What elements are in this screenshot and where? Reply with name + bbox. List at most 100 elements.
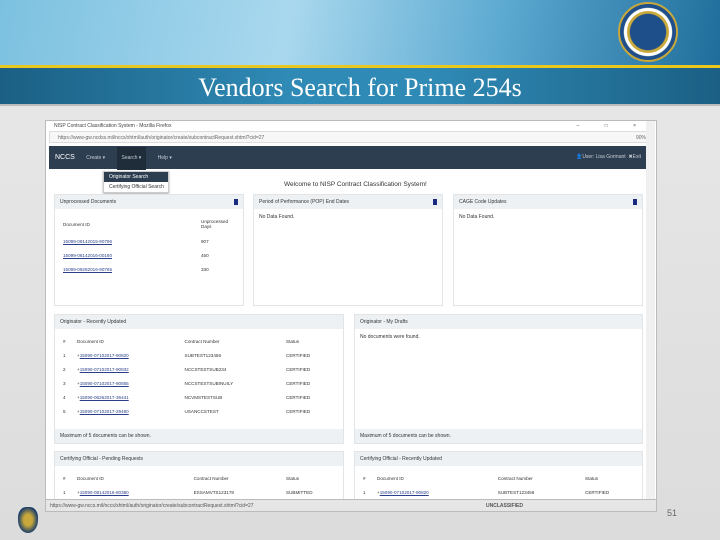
col-header: Contract Number (497, 475, 533, 481)
row-number: 5 (63, 408, 66, 414)
recently-updated-panel: Originator - Recently Updated # Document … (54, 314, 344, 444)
col-header: Contract Number (193, 475, 229, 481)
table-row: 1 +15090-07102017-90820 SUBTEST123456 CERTI… (360, 485, 637, 499)
document-link[interactable]: 15099-09142015-90796 (63, 239, 112, 244)
url-text: https://www-gw.ncdss.mil/nccs/xhtml/auth… (58, 135, 265, 141)
nav-help[interactable]: Help ▾ (158, 155, 172, 161)
status-url: https://www-gw.nccs.mil/nccs/xhtml/auth/… (50, 503, 254, 509)
panel-title: Certifying Official - Recently Updated (360, 456, 442, 462)
table-row: 15099-09142015-90796 907 (60, 234, 238, 248)
brand-logo[interactable]: NCCS (55, 154, 75, 161)
window-titlebar: NISP Contract Classification System - Mo… (46, 121, 656, 131)
nav-create[interactable]: Create ▾ (86, 155, 105, 161)
zoom-level[interactable]: 90% (636, 132, 646, 144)
table-row: 15099-09282016-90765 330 (60, 262, 238, 276)
menu-originator-search[interactable]: Originator Search (104, 172, 168, 182)
document-link[interactable]: 15090-07102017-90820 (80, 353, 129, 358)
contract-number: NCVMSTESTSUB (184, 394, 223, 400)
col-header: Status (585, 475, 599, 481)
nav-search[interactable]: Search ▾ (116, 147, 147, 170)
row-number: 4 (63, 394, 66, 400)
document-link[interactable]: 15090-07102017-90820 (380, 490, 429, 495)
status: CERTIFIED (286, 380, 311, 386)
col-header: Status (286, 338, 300, 344)
empty-message: No Data Found. (259, 214, 295, 220)
status: CERTIFIED (286, 352, 311, 358)
slide-title-bar: Vendors Search for Prime 254s (0, 68, 720, 106)
user-link[interactable]: User: Lisa Gormant (582, 154, 625, 160)
status: CERTIFIED (585, 489, 610, 495)
row-number: 1 (63, 352, 66, 358)
col-header: Document ID (63, 221, 90, 227)
col-header: Contract Number (184, 338, 220, 344)
table-row: 1 +15090-08142016-80380 ESSAMVTS123178 SUBM… (60, 485, 338, 499)
pop-panel: Period of Performance (POP) End Dates No… (253, 194, 443, 306)
col-header: Document ID (77, 475, 104, 481)
search-dropdown: Originator Search Certifying Official Se… (103, 171, 169, 193)
browser-screenshot: NISP Contract Classification System - Mo… (45, 120, 657, 512)
empty-message: No Data Found. (459, 214, 495, 220)
window-title: NISP Contract Classification System - Mo… (54, 123, 172, 129)
slide-title: Vendors Search for Prime 254s (198, 73, 522, 102)
window-controls[interactable]: – □ × (577, 121, 649, 131)
panel-title: Unprocessed Documents (60, 199, 117, 205)
row-number: 1 (363, 489, 366, 495)
panel-footer: Maximum of 5 documents can be shown. (55, 429, 343, 443)
agency-badge-logo (18, 507, 38, 533)
col-header: # (63, 338, 66, 344)
panel-title: Period of Performance (POP) End Dates (259, 199, 350, 205)
row-number: 1 (63, 489, 66, 495)
page-scrollbar[interactable] (646, 121, 655, 501)
panel-title: Originator - Recently Updated (60, 319, 127, 325)
list-icon[interactable] (433, 199, 437, 205)
document-link[interactable]: 15090-07102017-29460 (80, 409, 129, 414)
col-header: # (63, 475, 66, 481)
status-bar: https://www-gw.nccs.mil/nccs/xhtml/auth/… (46, 499, 656, 511)
row-number: 3 (63, 380, 66, 386)
col-header: Unprocessed Days (201, 219, 229, 229)
table-row: 4 +15090-06262017-36441 NCVMSTESTSUB CERTIF… (60, 390, 338, 404)
panel-footer: Maximum of 5 documents can be shown. (355, 429, 642, 443)
days-cell: 907 (201, 238, 209, 244)
col-header: Status (286, 475, 300, 481)
panel-title: CAGE Code Updates (459, 199, 507, 205)
contract-number: USANCCSTEST (184, 408, 219, 414)
document-link[interactable]: 15099-09282016-90765 (63, 267, 112, 272)
contract-number: NCCSTESTSUB234 (184, 366, 227, 372)
empty-message: No documents were found. (360, 334, 420, 340)
status: CERTIFIED (286, 366, 311, 372)
list-icon[interactable] (234, 199, 238, 205)
status: CERTIFIED (286, 408, 311, 414)
classification-banner: UNCLASSIFIED (486, 503, 523, 509)
slide-banner (0, 0, 720, 66)
unprocessed-panel: Unprocessed Documents Document ID Unproce… (54, 194, 244, 306)
col-header: # (363, 475, 366, 481)
contract-number: NCCSTESTSUBINUILY (184, 380, 234, 386)
document-link[interactable]: 15090-08142016-80380 (80, 490, 129, 495)
agency-seal-logo (618, 2, 678, 62)
document-link[interactable]: 15090-07102017-90832 (80, 367, 129, 372)
contract-number: ESSAMVTS123178 (193, 489, 234, 495)
panel-title: Certifying Official - Pending Requests (60, 456, 144, 462)
my-drafts-panel: Originator - My Drafts No documents were… (354, 314, 643, 444)
status: SUBMITTED (286, 489, 313, 495)
menu-certifying-official-search[interactable]: Certifying Official Search (104, 182, 168, 192)
navbar: NCCS Create ▾ Search ▾ Help ▾ 👤User: Lis… (49, 146, 647, 170)
days-cell: 450 (201, 252, 209, 258)
panel-title: Originator - My Drafts (360, 319, 408, 325)
contract-number: SUBTEST123456 (497, 489, 535, 495)
document-link[interactable]: 15090-06262017-36441 (80, 395, 129, 400)
table-row: 1 +15090-07102017-90820 SUBTEST123456 CERTI… (60, 348, 338, 362)
table-row: 3 +15090-07102017-90855 NCCSTESTSUBINUILY C… (60, 376, 338, 390)
table-row: 15099-08142016-00180 450 (60, 248, 238, 262)
contract-number: SUBTEST123456 (184, 352, 222, 358)
welcome-heading: Welcome to NISP Contract Classification … (284, 181, 427, 188)
table-row: 2 +15090-07102017-90832 NCCSTESTSUB234 CERT… (60, 362, 338, 376)
days-cell: 330 (201, 266, 209, 272)
url-bar[interactable]: https://www-gw.ncdss.mil/nccs/xhtml/auth… (49, 131, 653, 143)
exit-link[interactable]: Exit (633, 154, 641, 160)
row-number: 2 (63, 366, 66, 372)
document-link[interactable]: 15099-08142016-00180 (63, 253, 112, 258)
document-link[interactable]: 15090-07102017-90855 (80, 381, 129, 386)
list-icon[interactable] (633, 199, 637, 205)
